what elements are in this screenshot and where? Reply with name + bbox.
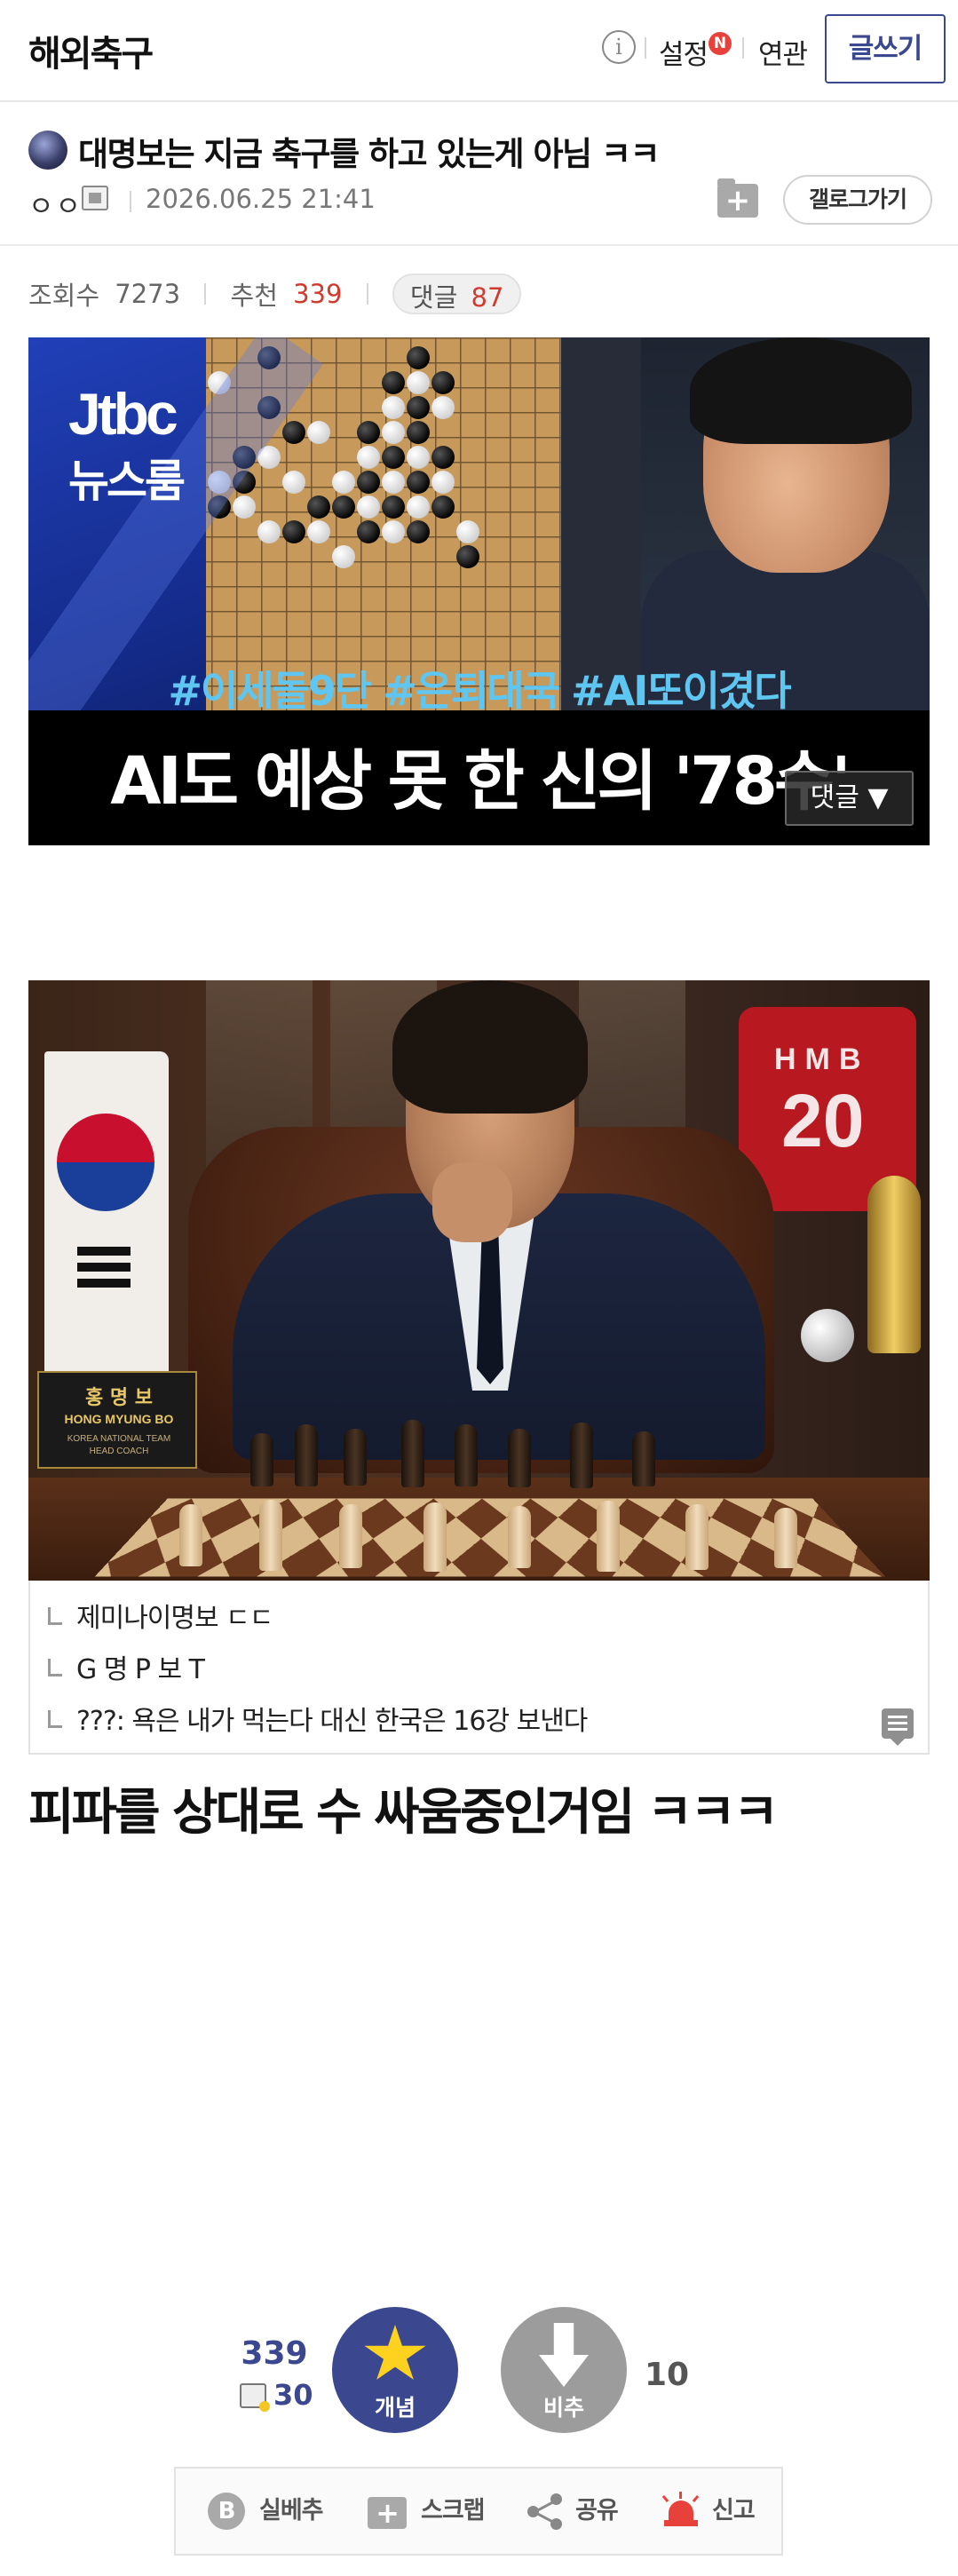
best-icon: B bbox=[208, 2493, 245, 2530]
downvote-count: 10 bbox=[645, 2357, 690, 2393]
jtbc-newsroom-label: 뉴스룸 bbox=[68, 456, 186, 507]
recommend-label: 추천 bbox=[230, 281, 278, 311]
gallog-button[interactable]: 갤로그가기 bbox=[783, 175, 932, 225]
upvote-label: 개념 bbox=[374, 2395, 416, 2421]
folder-add-icon[interactable]: + bbox=[717, 178, 758, 218]
write-button[interactable]: 글쓰기 bbox=[825, 14, 946, 83]
fixed-nick-upvote-count: 30 bbox=[273, 2378, 313, 2412]
author-nickname[interactable]: ㅇㅇ bbox=[28, 184, 83, 224]
world-cup-trophy bbox=[867, 1176, 921, 1353]
jtbc-logo: Jtbc bbox=[68, 381, 178, 447]
share-icon bbox=[527, 2493, 565, 2531]
reply-corner-icon bbox=[48, 1607, 62, 1625]
divider bbox=[130, 191, 131, 212]
list-item[interactable]: 제미나이명보 ㄷㄷ bbox=[30, 1593, 928, 1645]
divider bbox=[742, 37, 744, 59]
info-icon[interactable]: i bbox=[602, 30, 636, 64]
post-stats: 조회수 7273 추천 339 댓글 87 bbox=[28, 273, 522, 316]
divider bbox=[204, 283, 207, 305]
top-bar: 해외축구 i 설정 N 연관 글쓰기 bbox=[0, 0, 958, 102]
image-comment-text: G 명 P 보 T bbox=[76, 1654, 205, 1685]
fixed-nick-icon bbox=[82, 186, 108, 210]
siren-icon bbox=[661, 2492, 701, 2527]
settings-link[interactable]: 설정 bbox=[659, 32, 709, 72]
post-body-text: 피파를 상대로 수 싸움중인거임 ㅋㅋㅋ bbox=[28, 1784, 779, 1842]
star-icon bbox=[364, 2325, 426, 2380]
report-button[interactable]: 신고 bbox=[661, 2469, 758, 2554]
list-item[interactable]: G 명 P 보 T bbox=[30, 1645, 928, 1696]
divider bbox=[366, 283, 368, 305]
fixed-nick-vote-icon bbox=[240, 2383, 270, 2412]
post-image-hong-myung-bo: HMB 20 홍 명 보 HONG MYUNG BO KOREA NATIONA… bbox=[28, 980, 930, 1581]
arrow-down-icon bbox=[539, 2323, 589, 2387]
report-label: 신고 bbox=[712, 2497, 756, 2524]
upvote-count: 339 bbox=[241, 2335, 308, 2372]
scrap-label: 스크랩 bbox=[421, 2497, 486, 2524]
jersey-letters: HMB bbox=[774, 1042, 870, 1076]
post-image-jtbc: Jtbc 뉴스룸 #이세돌9단 #은퇴대국 #AI또이겼다 AI도 예상 못 한… bbox=[28, 337, 930, 845]
comment-count-pill[interactable]: 댓글 87 bbox=[392, 273, 522, 314]
recommend-count: 339 bbox=[293, 279, 343, 309]
scrap-button[interactable]: + 스크랩 bbox=[368, 2469, 492, 2554]
silbe-label: 실베추 bbox=[259, 2497, 324, 2524]
share-button[interactable]: 공유 bbox=[527, 2469, 625, 2554]
nameplate: 홍 명 보 HONG MYUNG BO KOREA NATIONAL TEAM … bbox=[37, 1371, 197, 1469]
share-label: 공유 bbox=[575, 2497, 619, 2524]
post-action-bar: B 실베추 + 스크랩 공유 신고 bbox=[174, 2467, 783, 2556]
korean-flag bbox=[44, 1051, 169, 1424]
downvote-label: 비추 bbox=[542, 2395, 584, 2421]
nameplate-english: HONG MYUNG BO bbox=[64, 1412, 174, 1426]
image-hashtags: #이세돌9단 #은퇴대국 #AI또이겼다 bbox=[168, 667, 791, 715]
nameplate-line-2: HEAD COACH bbox=[89, 1447, 149, 1456]
image-comment-button[interactable]: 댓글 ▼ bbox=[785, 771, 914, 826]
list-item[interactable]: ???: 욕은 내가 먹는다 대신 한국은 16강 보낸다 bbox=[30, 1696, 928, 1748]
post-header: 대명보는 지금 축구를 하고 있는게 아님 ㅋㅋ ㅇㅇ 2026.06.25 2… bbox=[0, 104, 958, 246]
reply-corner-icon bbox=[48, 1659, 62, 1676]
new-badge: N bbox=[709, 32, 732, 55]
comment-count: 87 bbox=[471, 282, 504, 313]
nameplate-line-1: KOREA NATIONAL TEAM bbox=[67, 1434, 171, 1444]
post-date: 2026.06.25 21:41 bbox=[146, 184, 376, 214]
views-label: 조회수 bbox=[28, 281, 100, 311]
memo-icon[interactable] bbox=[882, 1708, 914, 1746]
divider bbox=[645, 37, 646, 59]
image-comment-text: ???: 욕은 내가 먹는다 대신 한국은 16강 보낸다 bbox=[76, 1706, 588, 1737]
upvote-button[interactable]: 개념 bbox=[332, 2307, 458, 2433]
gallery-name[interactable]: 해외축구 bbox=[28, 25, 154, 76]
jersey-number: 20 bbox=[781, 1079, 865, 1162]
views-count: 7273 bbox=[115, 279, 181, 309]
silbe-recommend-button[interactable]: B 실베추 bbox=[208, 2469, 332, 2554]
image-comment-text: 제미나이명보 ㄷㄷ bbox=[76, 1603, 273, 1634]
reply-corner-icon bbox=[48, 1710, 62, 1728]
gallery-emblem-icon bbox=[28, 131, 67, 170]
image-comments-box: 제미나이명보 ㄷㄷ G 명 P 보 T ???: 욕은 내가 먹는다 대신 한국… bbox=[28, 1581, 930, 1755]
related-gallery-link[interactable]: 연관 bbox=[758, 32, 808, 72]
scrap-icon: + bbox=[368, 2497, 407, 2529]
post-title: 대명보는 지금 축구를 하고 있는게 아님 ㅋㅋ bbox=[78, 135, 661, 173]
downvote-button[interactable]: 비추 bbox=[501, 2307, 627, 2433]
comment-label: 댓글 bbox=[409, 282, 458, 313]
nameplate-korean: 홍 명 보 bbox=[84, 1387, 154, 1409]
